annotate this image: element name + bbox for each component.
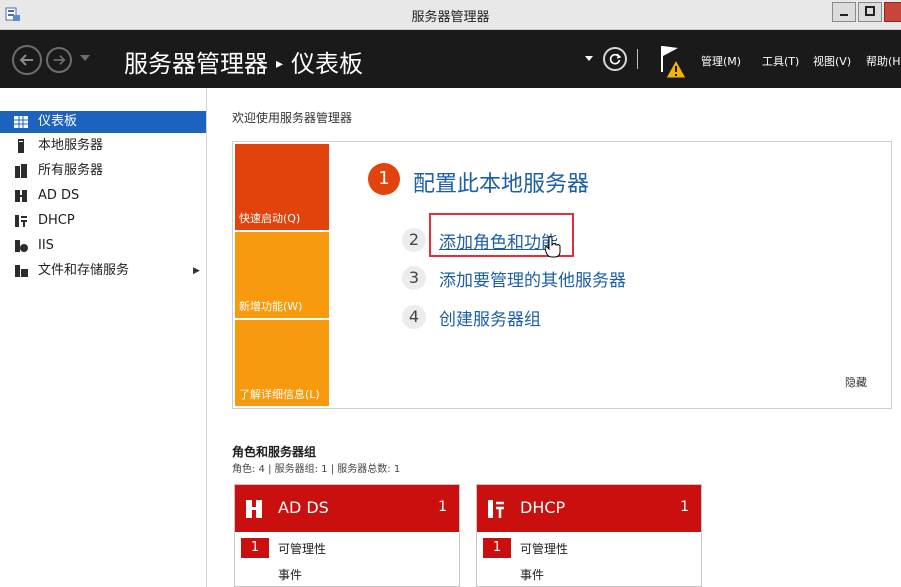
card-count: 1 bbox=[438, 499, 447, 515]
menu-manage[interactable]: 管理(M) bbox=[701, 53, 741, 69]
maximize-icon bbox=[865, 6, 875, 16]
dashboard-icon bbox=[14, 116, 28, 128]
sidebar-item-all-servers[interactable]: 所有服务器 bbox=[0, 160, 206, 182]
row-label: 可管理性 bbox=[520, 542, 569, 556]
notifications-flag-icon[interactable] bbox=[656, 42, 688, 80]
card-header[interactable]: DHCP 1 bbox=[477, 485, 701, 532]
tile-label: 快速启动(Q) bbox=[239, 212, 301, 225]
configure-local-server-link[interactable]: 配置此本地服务器 bbox=[413, 166, 589, 198]
sidebar-item-label: 本地服务器 bbox=[38, 138, 104, 153]
main-content: 欢迎使用服务器管理器 快速启动(Q) 新增功能(W) 了解详细信息(L) 1 配… bbox=[208, 88, 901, 587]
header-bar: 服务器管理器 ▸ 仪表板 管理(M) 工具(T) 视图(V) 帮助(H bbox=[0, 30, 901, 88]
breadcrumb-separator: ▸ bbox=[276, 56, 284, 72]
sidebar-item-label: DHCP bbox=[38, 213, 75, 228]
manageability-row[interactable]: 1 可管理性 bbox=[477, 538, 701, 560]
card-title: DHCP bbox=[520, 498, 566, 517]
dhcp-icon bbox=[488, 500, 504, 518]
sidebar-item-local-server[interactable]: 本地服务器 bbox=[0, 135, 206, 157]
window-title: 服务器管理器 bbox=[411, 10, 490, 25]
sidebar-item-label: 文件和存储服务 bbox=[38, 263, 130, 278]
back-button[interactable] bbox=[12, 45, 42, 75]
sidebar-item-file-storage[interactable]: 文件和存储服务 ▶ bbox=[0, 260, 206, 282]
alert-count-badge: 1 bbox=[241, 538, 269, 558]
server-icon bbox=[18, 139, 24, 153]
history-dropdown-icon[interactable] bbox=[80, 55, 90, 61]
alert-count-badge: 1 bbox=[483, 538, 511, 558]
row-label: 事件 bbox=[278, 568, 303, 582]
ad-ds-icon bbox=[246, 500, 262, 518]
dropdown-icon[interactable] bbox=[585, 56, 593, 61]
role-card-dhcp[interactable]: DHCP 1 1 可管理性 事件 bbox=[476, 484, 702, 587]
forward-button[interactable] bbox=[46, 47, 72, 73]
file-storage-icon bbox=[15, 265, 28, 277]
iis-icon bbox=[15, 240, 28, 252]
step-2-badge: 2 bbox=[402, 228, 426, 252]
refresh-button[interactable] bbox=[603, 47, 627, 71]
tile-learn-more[interactable]: 了解详细信息(L) bbox=[235, 320, 329, 406]
hand-cursor-icon bbox=[544, 236, 561, 258]
close-button[interactable] bbox=[884, 2, 901, 22]
roles-section-title: 角色和服务器组 bbox=[232, 445, 317, 459]
create-server-group-link[interactable]: 创建服务器组 bbox=[439, 305, 541, 330]
title-bar: 服务器管理器 bbox=[0, 0, 901, 30]
roles-summary: 角色: 4 | 服务器组: 1 | 服务器总数: 1 bbox=[232, 464, 401, 475]
card-title: AD DS bbox=[278, 498, 329, 517]
header-divider bbox=[637, 49, 638, 69]
sidebar: 仪表板 本地服务器 所有服务器 AD DS DHCP IIS 文件和存储服务 ▶ bbox=[0, 88, 207, 587]
card-header[interactable]: AD DS 1 bbox=[235, 485, 459, 532]
role-card-ad-ds[interactable]: AD DS 1 1 可管理性 事件 bbox=[234, 484, 460, 587]
row-label: 事件 bbox=[520, 568, 545, 582]
minimize-icon bbox=[840, 14, 848, 16]
sidebar-item-label: 仪表板 bbox=[38, 114, 78, 129]
arrow-right-icon bbox=[53, 55, 66, 65]
welcome-heading: 欢迎使用服务器管理器 bbox=[232, 111, 353, 125]
step-3-badge: 3 bbox=[402, 266, 426, 290]
minimize-button[interactable] bbox=[832, 2, 856, 22]
hide-link[interactable]: 隐藏 bbox=[845, 374, 867, 390]
sidebar-item-dashboard[interactable]: 仪表板 bbox=[0, 111, 206, 133]
breadcrumb: 服务器管理器 ▸ 仪表板 bbox=[124, 44, 363, 79]
row-label: 可管理性 bbox=[278, 542, 327, 556]
tile-quick-start[interactable]: 快速启动(Q) bbox=[235, 144, 329, 230]
dhcp-icon bbox=[15, 215, 27, 227]
menu-help[interactable]: 帮助(H bbox=[866, 53, 901, 69]
menu-tools[interactable]: 工具(T) bbox=[762, 53, 799, 69]
sidebar-item-label: IIS bbox=[38, 238, 54, 253]
tile-whats-new[interactable]: 新增功能(W) bbox=[235, 232, 329, 318]
servers-icon bbox=[15, 164, 27, 178]
refresh-icon bbox=[609, 53, 622, 65]
tile-label: 新增功能(W) bbox=[239, 300, 303, 313]
step-1-badge: 1 bbox=[368, 163, 400, 195]
quick-start-panel: 快速启动(Q) 新增功能(W) 了解详细信息(L) 1 配置此本地服务器 2 添… bbox=[232, 141, 892, 409]
events-row[interactable]: 事件 bbox=[235, 564, 459, 586]
menu-view[interactable]: 视图(V) bbox=[813, 53, 851, 69]
events-row[interactable]: 事件 bbox=[477, 564, 701, 586]
sidebar-item-label: 所有服务器 bbox=[38, 163, 104, 178]
sidebar-item-dhcp[interactable]: DHCP bbox=[0, 210, 206, 232]
breadcrumb-current: 仪表板 bbox=[291, 50, 364, 78]
add-other-servers-link[interactable]: 添加要管理的其他服务器 bbox=[439, 266, 626, 291]
arrow-left-icon bbox=[19, 54, 33, 66]
tile-label: 了解详细信息(L) bbox=[239, 388, 320, 401]
step-4-badge: 4 bbox=[402, 305, 426, 329]
ad-ds-icon bbox=[15, 190, 27, 202]
manageability-row[interactable]: 1 可管理性 bbox=[235, 538, 459, 560]
sidebar-item-ad-ds[interactable]: AD DS bbox=[0, 185, 206, 207]
submenu-arrow-icon[interactable]: ▶ bbox=[193, 260, 200, 282]
sidebar-item-label: AD DS bbox=[38, 188, 80, 203]
breadcrumb-root[interactable]: 服务器管理器 bbox=[124, 50, 268, 78]
card-count: 1 bbox=[680, 499, 689, 515]
sidebar-item-iis[interactable]: IIS bbox=[0, 235, 206, 257]
maximize-button[interactable] bbox=[858, 2, 882, 22]
